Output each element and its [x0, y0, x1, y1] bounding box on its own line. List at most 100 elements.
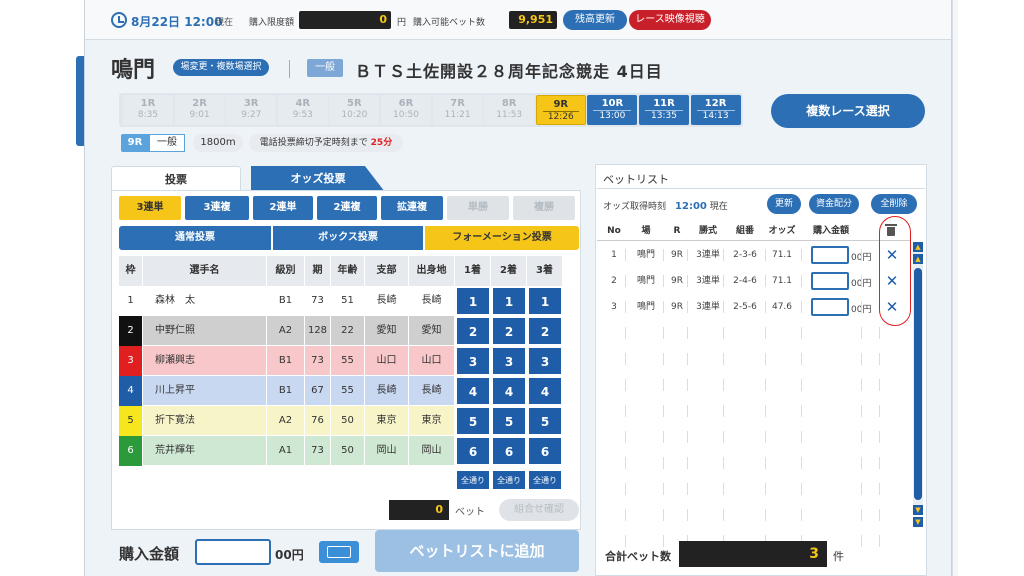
- race-button-10r[interactable]: 10R 13:00: [587, 95, 638, 125]
- divider: [625, 353, 626, 365]
- scroll-up-icon[interactable]: ▲: [913, 254, 923, 264]
- place-1-select-5[interactable]: 5: [456, 407, 490, 435]
- divider: [687, 483, 688, 495]
- divider: [801, 353, 802, 365]
- divider: [687, 405, 688, 417]
- select-mode-tab[interactable]: ボックス投票: [273, 226, 423, 250]
- race-button-9r[interactable]: 9R 12:26: [535, 95, 586, 125]
- race-button-number: 3R: [243, 98, 259, 109]
- bet-type-tab[interactable]: 3連複: [185, 196, 249, 220]
- racer-ki: 76: [305, 406, 331, 436]
- column-header: 級別: [267, 256, 305, 286]
- betlist-cell-no: 2: [611, 276, 617, 286]
- race-button-3r[interactable]: 3R 9:27: [226, 95, 277, 125]
- place-3-select-5[interactable]: 5: [528, 407, 562, 435]
- race-button-12r[interactable]: 12R 14:13: [690, 95, 741, 125]
- racer-ki: 67: [305, 376, 331, 406]
- racer-branch: 山口: [365, 346, 409, 376]
- select-mode-tab[interactable]: フォーメーション投票: [425, 226, 579, 250]
- bet-unit: ベット: [455, 507, 485, 518]
- divider: [765, 379, 766, 391]
- bet-type-tab[interactable]: 2連単: [253, 196, 313, 220]
- race-button-5r[interactable]: 5R 10:20: [329, 95, 380, 125]
- multi-race-select-button[interactable]: 複数レース選択: [771, 94, 925, 128]
- place-3-select-4[interactable]: 4: [528, 377, 562, 405]
- clear-all-button[interactable]: 全削除: [871, 194, 917, 214]
- all-combinations-button[interactable]: 全通り: [456, 470, 490, 490]
- place-3-select-2[interactable]: 2: [528, 317, 562, 345]
- amount-label: 購入金額: [119, 545, 180, 563]
- tab-odds-vote[interactable]: オッズ投票: [251, 166, 385, 192]
- keyboard-icon: [327, 546, 351, 558]
- grade-tag: 一般: [149, 134, 185, 152]
- place-3-select-3[interactable]: 3: [528, 347, 562, 375]
- divider: [687, 431, 688, 443]
- race-button-1r[interactable]: 1R 8:35: [123, 95, 173, 125]
- race-video-button[interactable]: レース映像視聴: [629, 10, 711, 30]
- racer-origin: 愛知: [409, 316, 455, 346]
- update-button[interactable]: 更新: [767, 194, 801, 214]
- place-2-select-1[interactable]: 1: [492, 287, 526, 315]
- amount-input[interactable]: [195, 539, 271, 565]
- race-button-6r[interactable]: 6R 10:50: [381, 95, 431, 125]
- all-combinations-button[interactable]: 全通り: [492, 470, 526, 490]
- scroll-down-icon[interactable]: ▼: [913, 505, 923, 515]
- total-bets-label: 合計ベット数: [605, 550, 671, 563]
- place-1-select-4[interactable]: 4: [456, 377, 490, 405]
- tab-vote[interactable]: 投票: [111, 166, 241, 192]
- place-2-select-5[interactable]: 5: [492, 407, 526, 435]
- divider: [663, 327, 664, 339]
- betlist-amount-input[interactable]: [811, 298, 849, 316]
- race-button-time: 9:53: [292, 110, 313, 120]
- balance-update-button[interactable]: 残高更新: [563, 10, 627, 30]
- divider: [687, 379, 688, 391]
- scroll-bottom-icon[interactable]: ▼: [913, 517, 923, 527]
- place-3-select-6[interactable]: 6: [528, 437, 562, 465]
- divider: [625, 405, 626, 417]
- place-2-select-4[interactable]: 4: [492, 377, 526, 405]
- race-button-11r[interactable]: 11R 13:35: [639, 95, 689, 125]
- racer-name: 荒井輝年: [143, 436, 267, 466]
- place-1-select-3[interactable]: 3: [456, 347, 490, 375]
- venue-change-button[interactable]: 場変更・複数場選択: [173, 59, 269, 76]
- bet-type-tab[interactable]: 単勝: [447, 196, 509, 220]
- racer-origin: 東京: [409, 406, 455, 436]
- place-2-select-3[interactable]: 3: [492, 347, 526, 375]
- bet-type-tab[interactable]: 2連複: [317, 196, 377, 220]
- deadline-tag: 電話投票締切予定時刻まで 25分: [249, 134, 403, 152]
- racer-ki: 73: [305, 346, 331, 376]
- combo-confirm-button[interactable]: 組合せ確認: [499, 499, 579, 521]
- keyboard-button[interactable]: [319, 541, 359, 563]
- total-bets-value: 3: [679, 541, 827, 567]
- place-2-select-2[interactable]: 2: [492, 317, 526, 345]
- place-1-select-1[interactable]: 1: [456, 287, 490, 315]
- bet-type-tab[interactable]: 複勝: [513, 196, 575, 220]
- bet-type-tab[interactable]: 3連単: [119, 196, 181, 220]
- scroll-top-icon[interactable]: ▲: [913, 242, 923, 252]
- race-button-4r[interactable]: 4R 9:53: [277, 95, 328, 125]
- all-combinations-button[interactable]: 全通り: [528, 470, 562, 490]
- betlist-amount-input[interactable]: [811, 272, 849, 290]
- bet-count: 0: [389, 500, 449, 520]
- race-button-7r[interactable]: 7R 11:21: [432, 95, 483, 125]
- select-mode-tab[interactable]: 通常投票: [119, 226, 271, 250]
- scroll-thumb[interactable]: [914, 268, 922, 500]
- racer-branch: 岡山: [365, 436, 409, 466]
- divider: [861, 353, 862, 365]
- betlist-amount-input[interactable]: [811, 246, 849, 264]
- place-2-select-6[interactable]: 6: [492, 437, 526, 465]
- amount-unit: 00円: [275, 548, 304, 562]
- bet-type-tab[interactable]: 拡連複: [381, 196, 443, 220]
- race-button-8r[interactable]: 8R 11:53: [484, 95, 535, 125]
- divider: [879, 379, 880, 391]
- divider: [861, 301, 862, 313]
- place-1-select-2[interactable]: 2: [456, 317, 490, 345]
- add-to-betlist-button[interactable]: ベットリストに追加: [375, 530, 579, 572]
- frame-number: 4: [119, 376, 143, 406]
- place-1-select-6[interactable]: 6: [456, 437, 490, 465]
- race-button-2r[interactable]: 2R 9:01: [174, 95, 225, 125]
- divider: [765, 509, 766, 521]
- funds-allocation-button[interactable]: 資金配分: [809, 194, 859, 214]
- divider: [663, 457, 664, 469]
- place-3-select-1[interactable]: 1: [528, 287, 562, 315]
